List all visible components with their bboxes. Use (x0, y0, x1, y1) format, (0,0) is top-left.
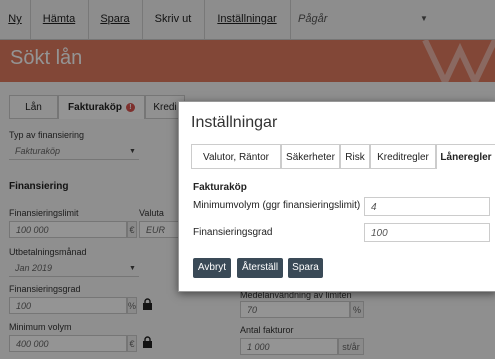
min-volume-label: Minimumvolym (ggr finansieringslimit) (193, 200, 361, 211)
save-button[interactable]: Spara (288, 258, 323, 278)
tab-loan-rules[interactable]: Låneregler (436, 144, 495, 169)
tab-risk[interactable]: Risk (340, 144, 370, 169)
degree-input[interactable]: 100 (364, 223, 490, 242)
degree-label: Finansieringsgrad (193, 227, 273, 238)
min-volume-input[interactable]: 4 (364, 197, 490, 216)
reset-button[interactable]: Återställ (237, 258, 283, 278)
cancel-button[interactable]: Avbryt (193, 258, 231, 278)
section-invoice-purchase: Fakturaköp (193, 182, 247, 193)
tab-credit-rules[interactable]: Kreditregler (370, 144, 436, 169)
tab-currencies-rates[interactable]: Valutor, Räntor (191, 144, 281, 169)
settings-dialog: Inställningar Valutor, Räntor Säkerheter… (178, 101, 495, 292)
tab-securities[interactable]: Säkerheter (281, 144, 340, 169)
dialog-title: Inställningar (191, 114, 278, 131)
